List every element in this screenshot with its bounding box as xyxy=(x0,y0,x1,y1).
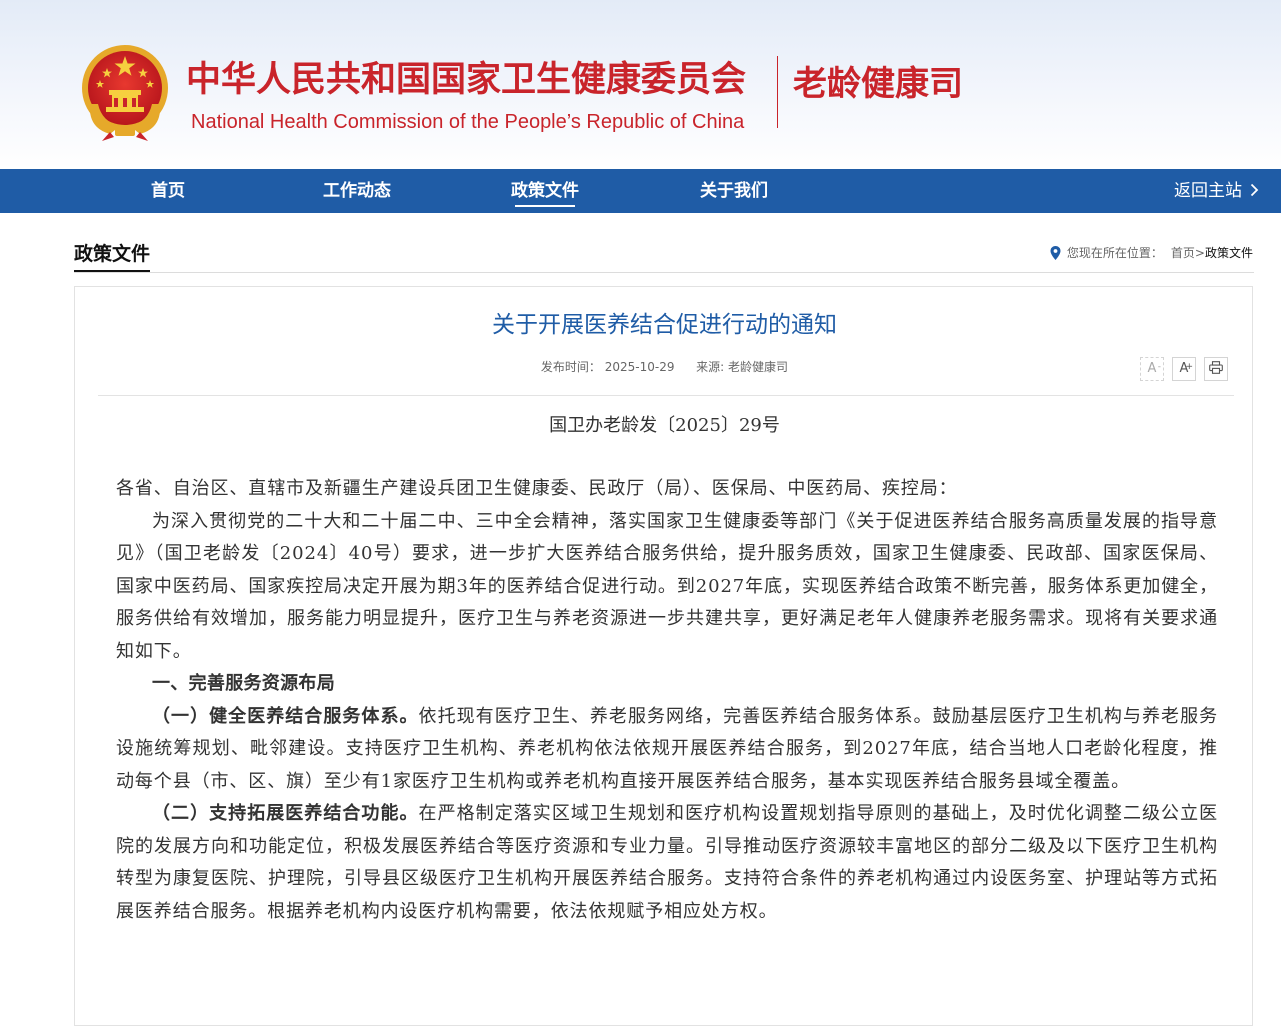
article-body: 各省、自治区、直辖市及新疆生产建设兵团卫生健康委、民政厅（局）、医保局、中医药局… xyxy=(116,473,1218,928)
nav-item-about[interactable]: 关于我们 xyxy=(669,169,799,213)
section-heading-1: 一、完善服务资源布局 xyxy=(152,673,335,694)
back-to-main-site-label: 返回主站 xyxy=(1174,181,1242,201)
breadcrumb-prefix: 您现在所在位置： xyxy=(1066,246,1163,260)
article-item-2: （二）支持拓展医养结合功能。在严格制定落实区域卫生规划和医疗机构设置规划指导原则… xyxy=(116,798,1218,928)
location-pin-icon xyxy=(1050,246,1061,265)
nav-item-home[interactable]: 首页 xyxy=(103,169,233,213)
breadcrumb-current: 政策文件 xyxy=(1204,246,1253,260)
breadcrumb: 您现在所在位置： 首页>政策文件 xyxy=(1050,244,1253,265)
document-number: 国卫办老龄发〔2025〕29号 xyxy=(549,415,780,436)
nav-item-work-news[interactable]: 工作动态 xyxy=(292,169,422,213)
source-value: 老龄健康司 xyxy=(728,360,789,374)
article-salutation: 各省、自治区、直辖市及新疆生产建设兵团卫生健康委、民政厅（局）、医保局、中医药局… xyxy=(116,478,958,499)
article-header-divider xyxy=(98,395,1234,396)
site-header: 中华人民共和国国家卫生健康委员会 National Health Commiss… xyxy=(0,0,1281,169)
dept-name[interactable]: 老龄健康司 xyxy=(793,61,963,107)
article-intro: 为深入贯彻党的二十大和二十届二中、三中全会精神，落实国家卫生健康委等部门《关于促… xyxy=(116,510,1218,662)
header-divider xyxy=(777,56,778,128)
item-1-title: （一）健全医养结合服务体系。 xyxy=(152,705,419,727)
back-to-main-site-link[interactable]: 返回主站 xyxy=(1174,169,1259,213)
item-2-title: （二）支持拓展医养结合功能。 xyxy=(152,803,419,824)
source-label: 来源: xyxy=(696,360,725,374)
section-divider xyxy=(74,272,1254,273)
chevron-right-icon xyxy=(1250,169,1259,213)
nav-item-policy[interactable]: 政策文件 xyxy=(480,169,610,213)
article-item-1: （一）健全医养结合服务体系。依托现有医疗卫生、养老服务网络，完善医养结合服务体系… xyxy=(116,701,1218,799)
article-tools: A - A + xyxy=(1132,357,1228,383)
font-decrease-button[interactable]: A- xyxy=(1140,357,1164,381)
breadcrumb-separator: > xyxy=(1194,246,1205,260)
printer-icon xyxy=(1209,361,1223,374)
article-card: 关于开展医养结合促进行动的通知 发布时间： 2025-10-29 来源: 老龄健… xyxy=(74,286,1253,1026)
breadcrumb-home-link[interactable]: 首页 xyxy=(1171,246,1195,260)
publish-label: 发布时间： xyxy=(540,360,601,374)
print-button[interactable] xyxy=(1204,357,1228,381)
article-title: 关于开展医养结合促进行动的通知 xyxy=(492,312,837,338)
font-increase-button[interactable]: A + xyxy=(1172,357,1196,381)
national-emblem-icon[interactable] xyxy=(80,42,170,142)
main-nav: 首页 工作动态 政策文件 关于我们 返回主站 xyxy=(0,169,1281,213)
publish-date: 2025-10-29 xyxy=(604,360,675,374)
article-meta: 发布时间： 2025-10-29 来源: 老龄健康司 xyxy=(75,358,1254,376)
section-title: 政策文件 xyxy=(74,240,151,273)
org-name-en[interactable]: National Health Commission of the People… xyxy=(191,108,744,136)
org-name-cn[interactable]: 中华人民共和国国家卫生健康委员会 xyxy=(186,56,746,104)
